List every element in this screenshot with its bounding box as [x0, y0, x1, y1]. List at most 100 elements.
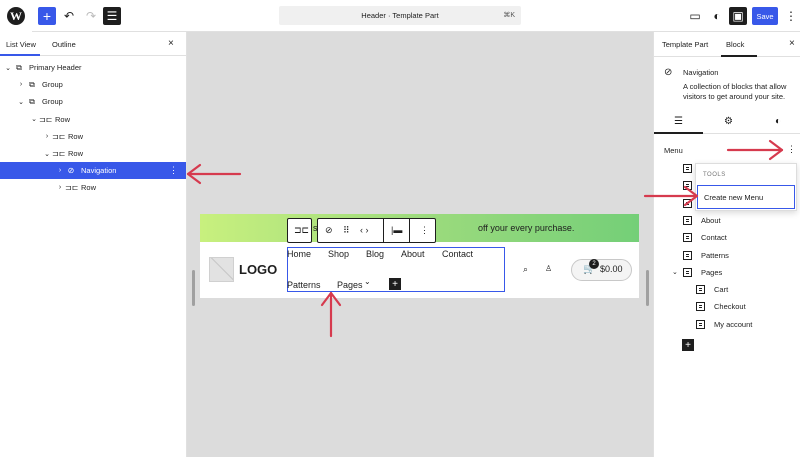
row-icon: ⊐⊏: [52, 131, 66, 141]
undo-icon[interactable]: ↶: [60, 7, 78, 25]
menu-item-patterns[interactable]: Patterns: [683, 251, 729, 260]
tools-heading: TOOLS: [703, 172, 726, 178]
list-view-item-row[interactable]: ⌄ ⊐⊏ Row: [0, 145, 186, 162]
drag-handle-icon[interactable]: ⠿: [343, 225, 350, 236]
block-title: Navigation: [683, 68, 719, 77]
document-bar[interactable]: Header · Template Part ⌘K: [279, 6, 521, 25]
search-icon[interactable]: ⌕: [523, 264, 528, 275]
add-block-button[interactable]: +: [38, 7, 56, 25]
list-view-item-row[interactable]: › ⊐⊏ Row: [0, 128, 186, 145]
save-button[interactable]: Save: [752, 7, 778, 25]
list-view-item-label: Row: [81, 183, 97, 193]
page-icon: [683, 181, 692, 190]
settings-icon[interactable]: ▣: [729, 7, 747, 25]
menu-item-label: Cart: [714, 285, 729, 294]
cart-count-badge: 2: [589, 259, 599, 269]
block-description: A collection of blocks that allow visito…: [683, 82, 787, 101]
nav-item-contact[interactable]: Contact: [442, 249, 473, 259]
nav-item-shop[interactable]: Shop: [328, 249, 349, 259]
justify-icon[interactable]: |▬: [391, 225, 402, 235]
list-view-item-primary-header[interactable]: ⌄ ⧉ Primary Header: [0, 59, 186, 76]
cart-total: $0.00: [600, 264, 623, 274]
nav-item-home[interactable]: Home: [287, 249, 311, 259]
chevron-right-icon[interactable]: ›: [16, 81, 26, 88]
close-icon[interactable]: ×: [168, 38, 174, 49]
menu-item-my-account[interactable]: My account: [696, 320, 752, 329]
banner-text[interactable]: off your every purchase.: [478, 223, 574, 233]
menu-options-icon[interactable]: ⋮: [787, 144, 796, 155]
menu-item-about[interactable]: About: [683, 216, 721, 225]
list-view-icon[interactable]: ☰: [103, 7, 121, 25]
list-view-item-row[interactable]: ⌄ ⊐⊏ Row: [0, 111, 186, 128]
site-logo-placeholder[interactable]: [209, 257, 234, 282]
menu-item-contact[interactable]: Contact: [683, 233, 727, 242]
list-view-item-navigation[interactable]: › ⊘ Navigation ⋮: [0, 162, 186, 180]
chevron-down-icon[interactable]: ⌄: [16, 98, 26, 106]
tab-outline[interactable]: Outline: [52, 40, 76, 49]
menu-item-label: About: [701, 216, 721, 225]
toolbar-divider: [383, 219, 384, 242]
move-arrows-icon[interactable]: ‹ ›: [360, 225, 369, 235]
chevron-right-icon[interactable]: ›: [42, 133, 52, 140]
chevron-right-icon[interactable]: ›: [55, 167, 65, 174]
navigation-icon[interactable]: ⊘: [325, 225, 333, 236]
tab-block[interactable]: Block: [726, 40, 744, 49]
redo-icon[interactable]: ↷: [82, 7, 100, 25]
chevron-down-icon[interactable]: ⌄: [672, 268, 678, 276]
chevron-right-icon[interactable]: ›: [55, 184, 65, 191]
nav-item-blog[interactable]: Blog: [366, 249, 384, 259]
page-icon: [696, 302, 705, 311]
resize-handle-right[interactable]: [646, 270, 649, 306]
close-icon[interactable]: ×: [789, 38, 795, 49]
list-view-item-label: Navigation: [81, 166, 117, 176]
list-view-item-group[interactable]: ⌄ ⧉ Group: [0, 93, 186, 110]
list-view-item-label: Row: [68, 149, 84, 158]
styles-icon[interactable]: ◐: [775, 116, 781, 127]
chevron-down-icon[interactable]: ⌄: [3, 64, 13, 72]
add-menu-item-button[interactable]: +: [682, 339, 694, 351]
tab-list-view[interactable]: List View: [6, 40, 36, 49]
account-icon[interactable]: ♙: [545, 264, 552, 273]
gear-icon[interactable]: ⚙: [724, 116, 733, 127]
list-view-item-group[interactable]: › ⧉ Group: [0, 76, 186, 93]
page-icon: [683, 268, 692, 277]
menu-item-cart[interactable]: Cart: [696, 285, 728, 294]
styles-icon[interactable]: ◐: [708, 7, 726, 25]
menu-item-label: Patterns: [701, 251, 729, 260]
sidebar-tabs: Template Part Block ×: [654, 32, 800, 57]
list-view-item-label: Group: [42, 97, 63, 107]
tools-dropdown: TOOLS Create new Menu: [695, 163, 797, 211]
view-icon[interactable]: ▭: [686, 7, 704, 25]
wordpress-logo[interactable]: W: [0, 0, 32, 32]
options-icon[interactable]: ⋮: [782, 7, 800, 25]
page-icon: [683, 199, 692, 208]
nav-item-pages[interactable]: Pages: [337, 280, 363, 290]
chevron-down-icon[interactable]: ⌄: [42, 150, 52, 158]
page-icon: [683, 233, 692, 242]
list-view-item-label: Group: [42, 80, 63, 90]
resize-handle-left[interactable]: [192, 270, 195, 306]
site-title[interactable]: LOGO: [239, 262, 277, 277]
menu-item-pages[interactable]: Pages: [683, 268, 722, 277]
chevron-down-icon[interactable]: ⌄: [364, 277, 371, 286]
list-view-icon[interactable]: ☰: [674, 116, 683, 127]
list-view-item-label: Row: [68, 131, 84, 141]
command-shortcut: ⌘K: [503, 12, 515, 19]
chevron-down-icon[interactable]: ⌄: [29, 115, 39, 123]
menu-item-checkout[interactable]: Checkout: [696, 302, 746, 311]
parent-block-button[interactable]: ⊐⊏: [287, 218, 312, 243]
top-toolbar: W + ↶ ↷ ☰ Header · Template Part ⌘K ▭ ◐ …: [0, 0, 800, 32]
more-options-icon[interactable]: ⋮: [420, 225, 429, 236]
tab-template-part[interactable]: Template Part: [662, 40, 708, 49]
options-icon[interactable]: ⋮: [169, 165, 178, 176]
add-nav-item-button[interactable]: +: [389, 278, 401, 290]
toolbar-divider: [409, 219, 410, 242]
page-icon: [696, 285, 705, 294]
nav-item-patterns[interactable]: Patterns: [287, 280, 321, 290]
row-icon: ⊐⊏: [52, 149, 66, 158]
nav-item-about[interactable]: About: [401, 249, 425, 259]
create-new-menu-button[interactable]: Create new Menu: [697, 185, 795, 209]
row-icon: ⊐⊏: [65, 183, 79, 193]
inspector-tabs: ☰ ⚙ ◐: [654, 112, 800, 134]
list-view-item-row[interactable]: › ⊐⊏ Row: [0, 179, 186, 196]
